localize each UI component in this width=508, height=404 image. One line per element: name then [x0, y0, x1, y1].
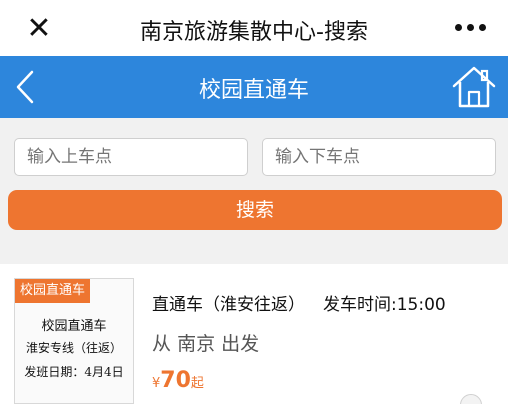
search-panel: 搜索: [0, 118, 508, 254]
thumbnail-text-line: 淮安专线（往返）: [25, 341, 122, 355]
price-value: 70: [160, 368, 191, 393]
more-dot-icon: [454, 23, 462, 31]
price: ¥70起: [152, 368, 502, 393]
pickup-point-input[interactable]: [14, 138, 248, 176]
result-card[interactable]: 校园直通车 校园直通车 淮安专线（往返） 发班日期：4月4日 直通车（淮安往返）…: [0, 264, 508, 404]
route-title-line: 直通车（淮安往返） 发车时间:15:00: [152, 290, 502, 315]
search-button[interactable]: 搜索: [8, 190, 502, 230]
more-options-button[interactable]: [450, 12, 490, 42]
thumbnail-text-line: 发班日期：4月4日: [24, 365, 124, 379]
category-badge: 校园直通车: [15, 279, 91, 303]
home-button[interactable]: [450, 62, 498, 112]
route-info: 直通车（淮安往返） 发车时间:15:00 从 南京 出发 ¥70起: [152, 290, 502, 393]
more-dot-icon: [466, 23, 474, 31]
route-name: 直通车（淮安往返）: [152, 295, 305, 315]
page-title: 南京旅游集散中心-搜索: [140, 20, 368, 45]
price-suffix: 起: [190, 376, 204, 391]
origin-suffix: 出发: [221, 333, 260, 355]
nav-title: 校园直通车: [198, 78, 309, 103]
dropoff-point-input[interactable]: [262, 138, 496, 176]
section-divider: [0, 254, 508, 264]
origin-line: 从 南京 出发: [152, 329, 502, 356]
more-dot-icon: [478, 23, 486, 31]
thumbnail-text-line: 校园直通车: [41, 319, 107, 334]
wechat-title-bar: ✕ 南京旅游集散中心-搜索: [0, 0, 508, 56]
app-nav-bar: 校园直通车: [0, 56, 508, 118]
departure-time: 15:00: [396, 295, 446, 315]
origin-prefix: 从: [152, 333, 172, 355]
origin-city: 南京: [177, 333, 216, 355]
route-thumbnail: 校园直通车 校园直通车 淮安专线（往返） 发班日期：4月4日: [14, 278, 134, 404]
home-icon: [452, 66, 496, 108]
departure-label: 发车时间:: [323, 295, 397, 315]
